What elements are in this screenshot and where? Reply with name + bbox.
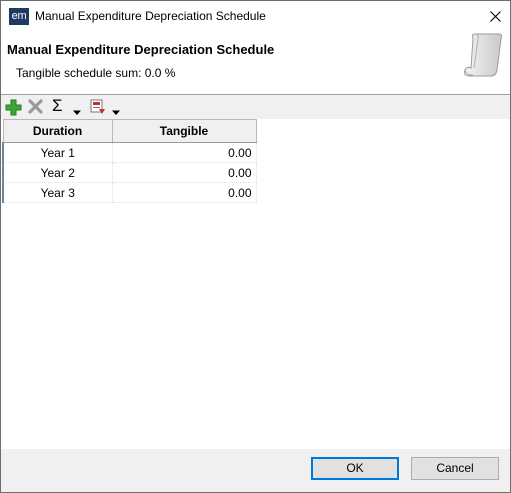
sigma-icon[interactable]: Σ	[52, 96, 63, 115]
tangible-cell[interactable]: 0.00	[112, 182, 257, 203]
table-row[interactable]: Year 3 0.00	[2, 182, 257, 203]
scroll-icon	[464, 33, 503, 77]
schedule-sum-label: Tangible schedule sum: 0.0 %	[16, 66, 176, 80]
table-row[interactable]: Year 2 0.00	[2, 162, 257, 183]
column-header-tangible[interactable]: Tangible	[111, 119, 257, 143]
table-row[interactable]: Year 1 0.00	[2, 142, 257, 163]
close-icon	[490, 11, 501, 22]
dialog-footer: OK Cancel	[1, 449, 510, 492]
schedule-table: Duration Tangible Year 1 0.00 Year 2 0.0…	[2, 119, 257, 203]
add-icon[interactable]	[5, 98, 22, 116]
delete-icon[interactable]	[27, 98, 44, 116]
app-icon: em	[9, 8, 29, 25]
dialog-header: Manual Expenditure Depreciation Schedule…	[1, 32, 510, 95]
cancel-button[interactable]: Cancel	[411, 457, 499, 480]
dialog-window: em Manual Expenditure Depreciation Sched…	[0, 0, 511, 493]
schedule-grid-area: Duration Tangible Year 1 0.00 Year 2 0.0…	[1, 119, 510, 449]
toolbar: Σ	[1, 95, 510, 119]
ok-button[interactable]: OK	[311, 457, 399, 480]
duration-cell[interactable]: Year 1	[2, 142, 113, 163]
title-bar[interactable]: em Manual Expenditure Depreciation Sched…	[1, 1, 510, 32]
tangible-cell[interactable]: 0.00	[112, 162, 257, 183]
column-header-duration[interactable]: Duration	[2, 119, 113, 143]
window-title: Manual Expenditure Depreciation Schedule	[35, 9, 266, 23]
header-title: Manual Expenditure Depreciation Schedule	[7, 42, 275, 57]
tangible-cell[interactable]: 0.00	[112, 142, 257, 163]
close-button[interactable]	[480, 1, 510, 32]
duration-cell[interactable]: Year 2	[2, 162, 113, 183]
export-icon[interactable]	[89, 98, 107, 116]
duration-cell[interactable]: Year 3	[2, 182, 113, 203]
